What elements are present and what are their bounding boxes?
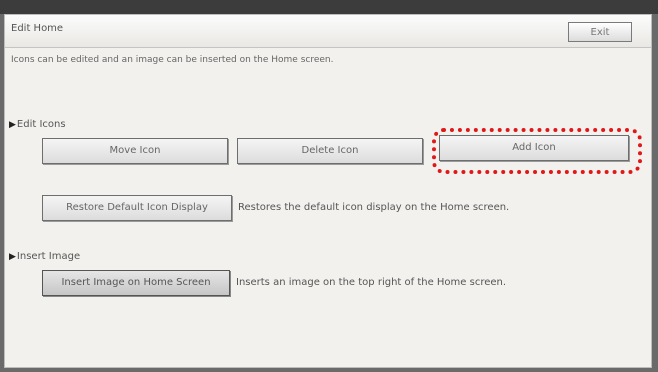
edit-icons-label: Edit Icons [16,119,66,130]
insert-image-description: Inserts an image on the top right of the… [236,277,507,288]
device-bezel [0,0,658,14]
delete-icon-button[interactable]: Delete Icon [237,138,423,164]
exit-button[interactable]: Exit [568,22,632,42]
highlight-circle [432,128,642,174]
triangle-right-icon: ▶ [9,252,16,262]
description-text: Icons can be edited and an image can be … [11,55,334,65]
edit-icons-heading: ▶Edit Icons [9,119,66,130]
edit-home-screen: Edit Home Exit Icons can be edited and a… [4,14,652,368]
page-title: Edit Home [11,23,64,34]
move-icon-button[interactable]: Move Icon [42,138,228,164]
triangle-right-icon: ▶ [9,120,16,130]
title-bar: Edit Home Exit [5,15,651,48]
restore-description: Restores the default icon display on the… [238,202,510,213]
insert-image-label: Insert Image [16,251,81,262]
insert-image-on-home-screen-button[interactable]: Insert Image on Home Screen [42,270,230,296]
insert-image-heading: ▶Insert Image [9,251,80,262]
restore-default-icon-display-button[interactable]: Restore Default Icon Display [42,195,232,221]
